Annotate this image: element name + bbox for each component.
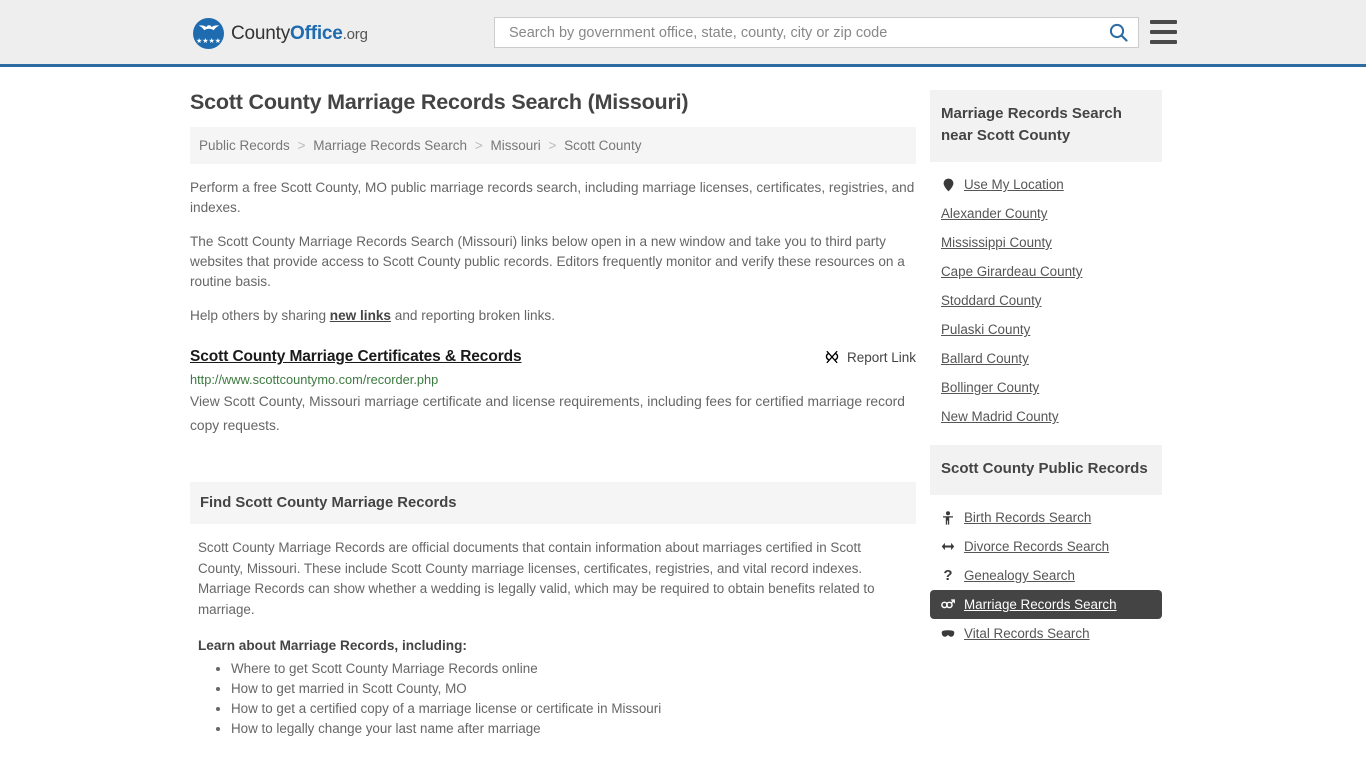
nearby-searches-header: Marriage Records Search near Scott Count… — [930, 90, 1162, 162]
hamburger-menu-icon[interactable] — [1150, 20, 1177, 44]
public-records-heading: Scott County Public Records — [941, 460, 1148, 477]
report-link-button[interactable]: Report Link — [824, 349, 916, 365]
search-result-item: Scott County Marriage Certificates & Rec… — [190, 348, 916, 438]
sidebar-item-alexander-county[interactable]: Alexander County — [930, 199, 1162, 228]
mask-icon — [941, 629, 955, 638]
sidebar-item-label[interactable]: Use My Location — [964, 177, 1064, 192]
breadcrumb-item-marriage-records-search[interactable]: Marriage Records Search — [313, 138, 467, 153]
sidebar-item-label[interactable]: Vital Records Search — [964, 626, 1090, 641]
menu-bar-1 — [1150, 20, 1177, 24]
sidebar-item-use-my-location[interactable]: Use My Location — [930, 170, 1162, 199]
venus-mars-icon — [941, 598, 955, 611]
sidebar-item-mississippi-county[interactable]: Mississippi County — [930, 228, 1162, 257]
breadcrumb-item-scott-county[interactable]: Scott County — [564, 138, 641, 153]
sidebar-item-genealogy-search[interactable]: ? Genealogy Search — [930, 561, 1162, 590]
sidebar-item-cape-girardeau-county[interactable]: Cape Girardeau County — [930, 257, 1162, 286]
site-header: ★★★★ CountyOffice.org — [0, 0, 1366, 67]
logo-text-tld: .org — [342, 25, 368, 43]
baby-icon — [941, 510, 955, 525]
report-link-label: Report Link — [846, 349, 916, 365]
nearby-searches-widget: Marriage Records Search near Scott Count… — [930, 90, 1162, 431]
eagle-wings-icon — [198, 25, 219, 31]
sidebar-item-new-madrid-county[interactable]: New Madrid County — [930, 402, 1162, 431]
search-icon — [1109, 23, 1128, 42]
broken-link-icon — [825, 350, 839, 364]
sidebar-item-label[interactable]: Ballard County — [941, 351, 1029, 366]
logo-stars: ★★★★ — [195, 38, 222, 45]
sidebar-item-ballard-county[interactable]: Ballard County — [930, 344, 1162, 373]
menu-bar-3 — [1150, 40, 1177, 44]
logo-text-part2: Office — [290, 22, 343, 44]
list-item: Where to get Scott County Marriage Recor… — [231, 659, 908, 679]
sidebar-item-label[interactable]: Divorce Records Search — [964, 539, 1109, 554]
sidebar-item-label[interactable]: Marriage Records Search — [964, 597, 1117, 612]
sidebar-item-stoddard-county[interactable]: Stoddard County — [930, 286, 1162, 315]
breadcrumb: Public Records > Marriage Records Search… — [190, 127, 916, 164]
learn-about-heading: Learn about Marriage Records, including: — [198, 638, 467, 653]
sidebar-item-label[interactable]: Mississippi County — [941, 235, 1052, 250]
result-description: View Scott County, Missouri marriage cer… — [190, 394, 905, 433]
sidebar-item-label[interactable]: Genealogy Search — [964, 568, 1075, 583]
breadcrumb-item-public-records[interactable]: Public Records — [199, 138, 290, 153]
learn-about-list: Where to get Scott County Marriage Recor… — [198, 659, 908, 739]
breadcrumb-item-missouri[interactable]: Missouri — [490, 138, 540, 153]
sidebar-item-divorce-records-search[interactable]: Divorce Records Search — [930, 532, 1162, 561]
find-records-section-header: Find Scott County Marriage Records — [190, 482, 916, 524]
breadcrumb-separator-2: > — [474, 138, 483, 153]
intro-paragraph-2: The Scott County Marriage Records Search… — [190, 234, 905, 289]
list-item: How to get married in Scott County, MO — [231, 679, 908, 699]
site-logo-text: CountyOffice.org — [231, 23, 368, 45]
intro-paragraph-1: Perform a free Scott County, MO public m… — [190, 180, 915, 215]
logo-text-part1: County — [231, 22, 291, 44]
sidebar-item-label[interactable]: New Madrid County — [941, 409, 1059, 424]
result-url: http://www.scottcountymo.com/recorder.ph… — [190, 372, 439, 387]
main-content: Scott County Marriage Records Search (Mi… — [190, 67, 916, 739]
sidebar-item-label[interactable]: Cape Girardeau County — [941, 264, 1082, 279]
search-button[interactable] — [1106, 21, 1130, 45]
eagle-stars-logo-icon: ★★★★ — [193, 18, 224, 49]
result-title-link[interactable]: Scott County Marriage Certificates & Rec… — [190, 348, 522, 366]
sidebar-item-marriage-records-search[interactable]: Marriage Records Search — [930, 590, 1162, 619]
sidebar-item-pulaski-county[interactable]: Pulaski County — [930, 315, 1162, 344]
site-logo[interactable]: ★★★★ CountyOffice.org — [193, 18, 368, 49]
left-right-arrow-icon — [941, 541, 955, 552]
breadcrumb-separator-3: > — [548, 138, 557, 153]
list-item: How to get a certified copy of a marriag… — [231, 699, 908, 719]
sidebar-item-label[interactable]: Alexander County — [941, 206, 1047, 221]
public-records-header: Scott County Public Records — [930, 445, 1162, 495]
map-pin-icon — [941, 178, 955, 192]
search-bar[interactable] — [494, 17, 1139, 48]
page-title: Scott County Marriage Records Search (Mi… — [190, 90, 689, 114]
breadcrumb-separator-1: > — [297, 138, 306, 153]
find-records-heading: Find Scott County Marriage Records — [200, 495, 457, 511]
share-text-before: Help others by sharing — [190, 308, 330, 323]
find-records-paragraph: Scott County Marriage Records are offici… — [198, 540, 875, 617]
search-input[interactable] — [507, 18, 1106, 47]
question-mark-icon: ? — [943, 567, 953, 584]
share-text-after: and reporting broken links. — [391, 308, 555, 323]
menu-bar-2 — [1150, 30, 1177, 34]
sidebar-item-label[interactable]: Bollinger County — [941, 380, 1039, 395]
sidebar: Marriage Records Search near Scott Count… — [930, 67, 1162, 739]
find-records-section-body: Scott County Marriage Records are offici… — [190, 524, 916, 739]
sidebar-item-vital-records-search[interactable]: Vital Records Search — [930, 619, 1162, 648]
sidebar-item-bollinger-county[interactable]: Bollinger County — [930, 373, 1162, 402]
sidebar-item-birth-records-search[interactable]: Birth Records Search — [930, 503, 1162, 532]
sidebar-item-label[interactable]: Pulaski County — [941, 322, 1030, 337]
public-records-list: Birth Records Search Divorce Records Sea… — [930, 495, 1162, 648]
nearby-searches-list: Use My Location Alexander County Mississ… — [930, 162, 1162, 431]
page-body: Scott County Marriage Records Search (Mi… — [0, 67, 1366, 739]
sidebar-item-label[interactable]: Birth Records Search — [964, 510, 1091, 525]
list-item: How to legally change your last name aft… — [231, 719, 908, 739]
public-records-widget: Scott County Public Records Birth Record… — [930, 445, 1162, 648]
nearby-searches-heading: Marriage Records Search near Scott Count… — [941, 105, 1122, 144]
sidebar-item-label[interactable]: Stoddard County — [941, 293, 1042, 308]
intro-paragraph-3: Help others by sharing new links and rep… — [190, 306, 916, 326]
new-links-link[interactable]: new links — [330, 308, 391, 323]
